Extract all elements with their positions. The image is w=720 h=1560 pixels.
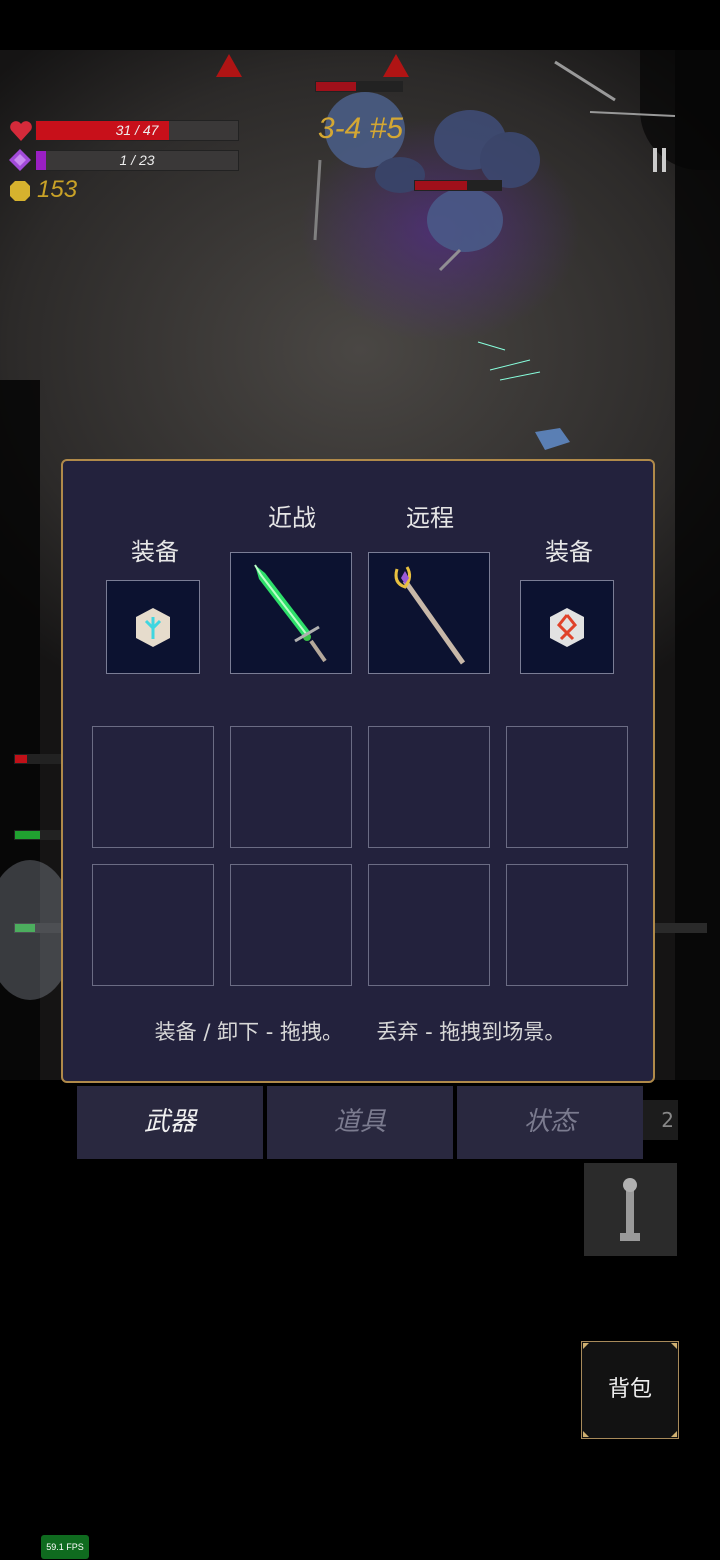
stage-label: 3-4 #5 (318, 112, 404, 145)
melee-weapon-slot[interactable] (230, 552, 352, 674)
inventory-slot-8[interactable] (506, 864, 628, 986)
inventory-slot-4[interactable] (506, 726, 628, 848)
mana-icon (9, 149, 31, 171)
fire-rune-icon (550, 608, 584, 647)
mana-bar: 1 / 23 (35, 150, 239, 171)
crystal-shard (535, 428, 570, 450)
inventory-panel: 装备 近战 远程 装备 装备 / 卸下 - 拖拽。 丢弃 - 拖拽到场景。 (61, 459, 655, 1083)
heart-icon (10, 121, 32, 141)
right-bar (655, 923, 707, 933)
backpack-button[interactable]: 背包 (581, 1341, 679, 1439)
health-bar: 31 / 47 (35, 120, 239, 141)
inventory-slot-3[interactable] (368, 726, 490, 848)
inventory-slot-1[interactable] (92, 726, 214, 848)
mana-text: 1 / 23 (119, 152, 155, 168)
skill-count: 2 (661, 1108, 674, 1132)
skill-slot[interactable] (584, 1163, 677, 1256)
melee-label: 近战 (268, 504, 316, 532)
threat-marker-right (383, 54, 409, 77)
ground-sword (554, 60, 616, 102)
inventory-slot-5[interactable] (92, 864, 214, 986)
gold-coin-icon (10, 181, 30, 201)
inventory-slot-6[interactable] (230, 864, 352, 986)
tower-icon (620, 1178, 640, 1241)
skill-counter[interactable]: 2 (640, 1100, 678, 1140)
left-equip-slot[interactable] (106, 580, 200, 674)
pause-button[interactable] (640, 138, 680, 182)
hint-equip: 装备 / 卸下 - 拖拽。 (154, 1020, 344, 1044)
left-equip-label: 装备 (131, 538, 179, 566)
fps-counter: 59.1 FPS (41, 1535, 89, 1559)
tab-weapons[interactable]: 武器 (77, 1086, 263, 1159)
tab-items[interactable]: 道具 (267, 1086, 453, 1159)
magic-staff-icon (394, 566, 466, 665)
inventory-slot-7[interactable] (368, 864, 490, 986)
health-text: 31 / 47 (115, 122, 159, 138)
ground-blade (589, 111, 676, 117)
rune-stone-icon (136, 608, 170, 647)
green-sword-icon (254, 564, 327, 663)
ranged-weapon-slot[interactable] (368, 552, 490, 674)
gold-count: 153 (37, 176, 78, 203)
threat-marker-left (216, 54, 242, 77)
drag-hint: 装备 / 卸下 - 拖拽。 丢弃 - 拖拽到场景。 (63, 1016, 657, 1046)
ranged-label: 远程 (406, 504, 454, 532)
right-equip-label: 装备 (545, 538, 593, 566)
right-equip-slot[interactable] (520, 580, 614, 674)
inventory-slot-2[interactable] (230, 726, 352, 848)
tab-status[interactable]: 状态 (457, 1086, 643, 1159)
hint-drop: 丢弃 - 拖拽到场景。 (376, 1020, 566, 1044)
